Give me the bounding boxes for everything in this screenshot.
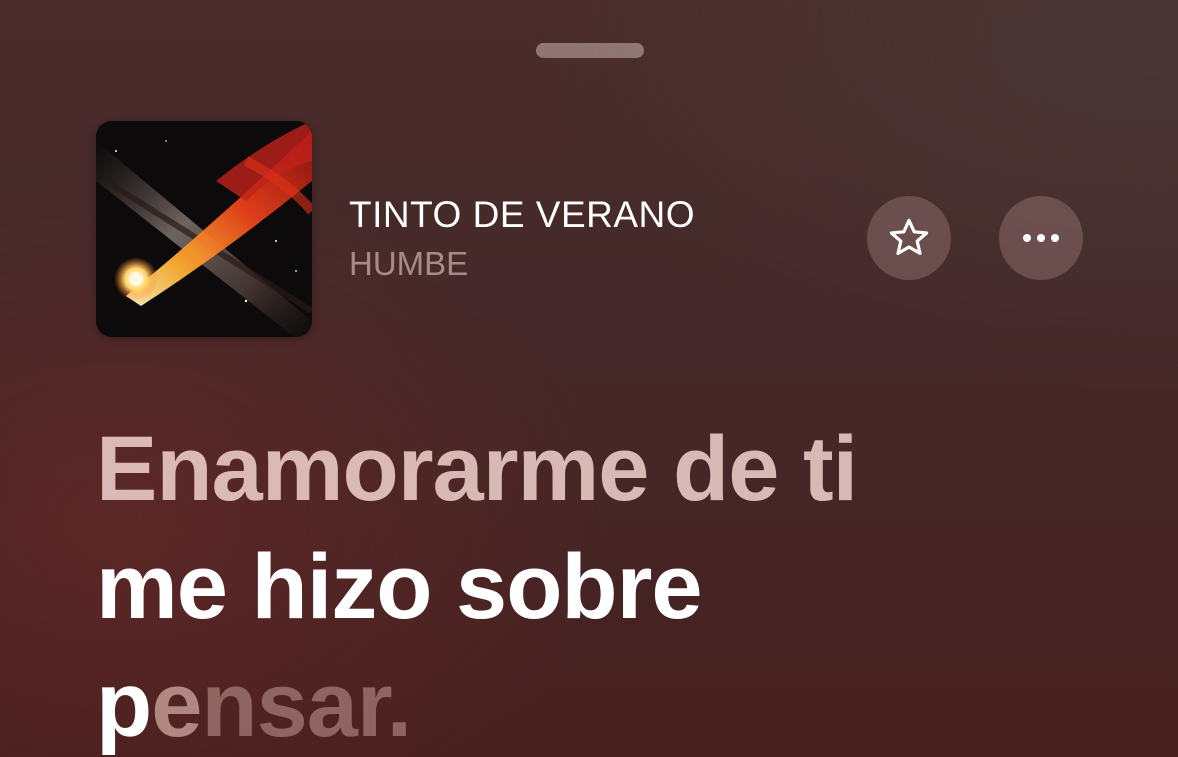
lyric-line-current[interactable]: me hizo sobre <box>96 528 1136 646</box>
more-options-button[interactable] <box>999 196 1083 280</box>
song-title[interactable]: TINTO DE VERANO <box>349 194 695 236</box>
lyric-sung-portion: p <box>96 654 152 756</box>
favorite-button[interactable] <box>867 196 951 280</box>
song-artist[interactable]: HUMBE <box>349 245 468 283</box>
lyric-line-active-word[interactable]: pensar. <box>96 646 1136 757</box>
lyrics-view[interactable]: Enamorarme de ti me hizo sobre pensar. <box>96 410 1136 757</box>
album-artwork-image <box>96 121 312 337</box>
lyric-upcoming-portion: nsar. <box>201 654 412 756</box>
lyric-partial-portion: e <box>151 654 202 756</box>
ellipsis-icon <box>1023 234 1059 242</box>
album-artwork[interactable] <box>96 121 312 337</box>
sheet-grab-handle[interactable] <box>536 43 644 58</box>
lyric-line-previous[interactable]: Enamorarme de ti <box>96 410 1136 528</box>
star-outline-icon <box>889 218 929 255</box>
